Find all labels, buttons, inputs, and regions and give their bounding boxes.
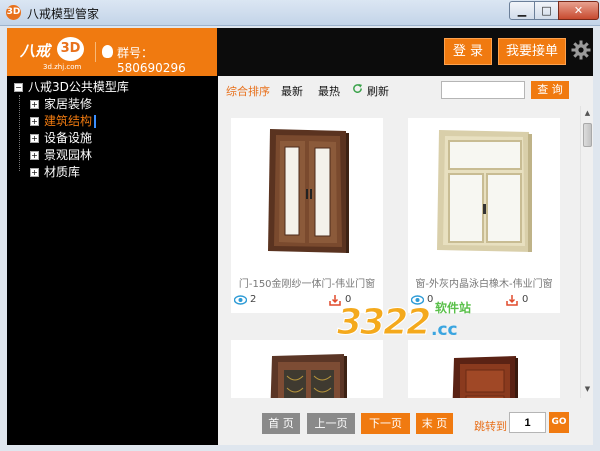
tree-item-home-decor[interactable]: + 家居装修 bbox=[30, 96, 92, 112]
minimize-button[interactable]: ▁ bbox=[509, 1, 535, 20]
download-count: 0 bbox=[345, 294, 352, 305]
tree-item-label: 家居装修 bbox=[44, 97, 93, 111]
sort-bar: 综合排序 最新 最热 刷新 查 询 bbox=[218, 76, 593, 102]
tree-guide-line bbox=[19, 95, 20, 171]
tree-root-label: 八戒3D公共模型库 bbox=[28, 80, 129, 94]
app-logo-icon: 3D bbox=[6, 5, 21, 20]
model-thumbnail[interactable] bbox=[231, 340, 383, 398]
download-icon[interactable] bbox=[329, 294, 341, 306]
qq-group-number: 群号：580690296 bbox=[117, 46, 186, 75]
page-number-input[interactable] bbox=[509, 412, 546, 433]
scroll-up-icon[interactable]: ▲ bbox=[582, 108, 593, 119]
search-input[interactable] bbox=[441, 81, 525, 99]
expand-toggle-icon[interactable]: + bbox=[30, 151, 39, 160]
qq-penguin-icon bbox=[102, 45, 113, 58]
window-titlebar: 3D 八戒模型管家 ▁ □ ✕ bbox=[0, 0, 600, 26]
scroll-down-icon[interactable]: ▼ bbox=[582, 384, 593, 395]
tree-item-equipment[interactable]: + 设备设施 bbox=[30, 130, 92, 146]
go-button[interactable]: GO bbox=[549, 412, 569, 433]
door-thumbnail-image bbox=[270, 354, 347, 398]
search-button[interactable]: 查 询 bbox=[531, 81, 569, 99]
model-thumbnail[interactable] bbox=[408, 340, 560, 398]
expand-toggle-icon[interactable]: + bbox=[30, 134, 39, 143]
tree-item-label: 景观园林 bbox=[44, 148, 93, 162]
logo-subtitle: 3d.zhj.com bbox=[43, 63, 82, 71]
door-thumbnail-image bbox=[452, 356, 518, 398]
tree-root-node[interactable]: − 八戒3D公共模型库 bbox=[14, 79, 129, 95]
model-card[interactable]: 门-150金刚纱一体门-伟业门窗 2 0 bbox=[231, 118, 383, 313]
category-tree: − 八戒3D公共模型库 + 家居装修 + 建筑结构 + 设备设施 + 景观园林 + 材质库 bbox=[7, 76, 218, 445]
selection-caret bbox=[94, 115, 97, 128]
header-divider bbox=[95, 42, 96, 62]
sort-hottest-tab[interactable]: 最热 bbox=[318, 83, 340, 99]
collapse-toggle-icon[interactable]: − bbox=[14, 83, 23, 92]
model-card[interactable]: 窗-外灰内晶泳白橡木-伟业门窗 0 0 bbox=[408, 118, 560, 313]
logo-text: 八戒 bbox=[20, 42, 51, 60]
maximize-button[interactable]: □ bbox=[534, 1, 559, 20]
tree-item-architecture[interactable]: + 建筑结构 bbox=[30, 113, 97, 129]
refresh-button[interactable]: 刷新 bbox=[367, 83, 389, 99]
last-page-button[interactable]: 末 页 bbox=[416, 413, 453, 434]
model-title[interactable]: 窗-外灰内晶泳白橡木-伟业门窗 bbox=[408, 275, 560, 290]
jump-to-label: 跳转到 bbox=[474, 420, 507, 433]
eye-icon bbox=[234, 295, 247, 305]
tree-item-label: 设备设施 bbox=[44, 131, 93, 145]
brand-block: 八戒 3D 3d.zhj.com 群号：580690296 bbox=[7, 28, 217, 76]
model-stats: 0 0 bbox=[408, 294, 560, 308]
model-title[interactable]: 门-150金刚纱一体门-伟业门窗 bbox=[231, 275, 383, 290]
model-thumbnail[interactable] bbox=[231, 118, 383, 263]
view-count: 0 bbox=[427, 294, 434, 305]
grid-scrollbar[interactable]: ▲ ▼ bbox=[580, 106, 593, 398]
logo-badge-icon: 3D bbox=[57, 37, 84, 61]
take-order-button[interactable]: 我要接单 bbox=[498, 38, 566, 65]
first-page-button[interactable]: 首 页 bbox=[262, 413, 300, 434]
model-card[interactable] bbox=[231, 340, 383, 398]
view-count: 2 bbox=[250, 294, 257, 305]
tree-item-landscape[interactable]: + 景观园林 bbox=[30, 147, 92, 163]
sort-newest-tab[interactable]: 最新 bbox=[281, 83, 303, 99]
next-page-button[interactable]: 下一页 bbox=[361, 413, 410, 434]
app-header: 八戒 3D 3d.zhj.com 群号：580690296 登 录 我要接单 bbox=[7, 28, 593, 76]
close-button[interactable]: ✕ bbox=[558, 1, 599, 20]
eye-icon bbox=[411, 295, 424, 305]
model-grid: 门-150金刚纱一体门-伟业门窗 2 0 窗-外灰内晶泳白橡木-伟业门窗 0 0 bbox=[218, 106, 580, 398]
window-title: 八戒模型管家 bbox=[27, 7, 100, 21]
tree-item-label: 材质库 bbox=[44, 165, 81, 179]
model-browser: 综合排序 最新 最热 刷新 查 询 门-150金刚纱一体门-伟业门窗 2 0 窗… bbox=[218, 76, 593, 445]
tree-item-label: 建筑结构 bbox=[44, 114, 93, 128]
scroll-thumb[interactable] bbox=[583, 123, 592, 147]
tree-item-materials[interactable]: + 材质库 bbox=[30, 164, 80, 180]
sort-combined-tab[interactable]: 综合排序 bbox=[226, 83, 270, 99]
expand-toggle-icon[interactable]: + bbox=[30, 100, 39, 109]
pagination: 首 页 上一页 下一页 末 页 跳转到 GO bbox=[218, 410, 593, 434]
model-card[interactable] bbox=[408, 340, 560, 398]
download-count: 0 bbox=[522, 294, 529, 305]
model-thumbnail[interactable] bbox=[408, 118, 560, 263]
expand-toggle-icon[interactable]: + bbox=[30, 168, 39, 177]
prev-page-button[interactable]: 上一页 bbox=[307, 413, 355, 434]
window-thumbnail-image bbox=[437, 129, 532, 252]
expand-toggle-icon[interactable]: + bbox=[30, 117, 39, 126]
model-stats: 2 0 bbox=[231, 294, 383, 308]
refresh-icon[interactable] bbox=[352, 83, 363, 94]
door-thumbnail-image bbox=[268, 128, 349, 253]
gear-icon[interactable] bbox=[571, 40, 591, 60]
login-button[interactable]: 登 录 bbox=[444, 38, 492, 65]
download-icon[interactable] bbox=[506, 294, 518, 306]
